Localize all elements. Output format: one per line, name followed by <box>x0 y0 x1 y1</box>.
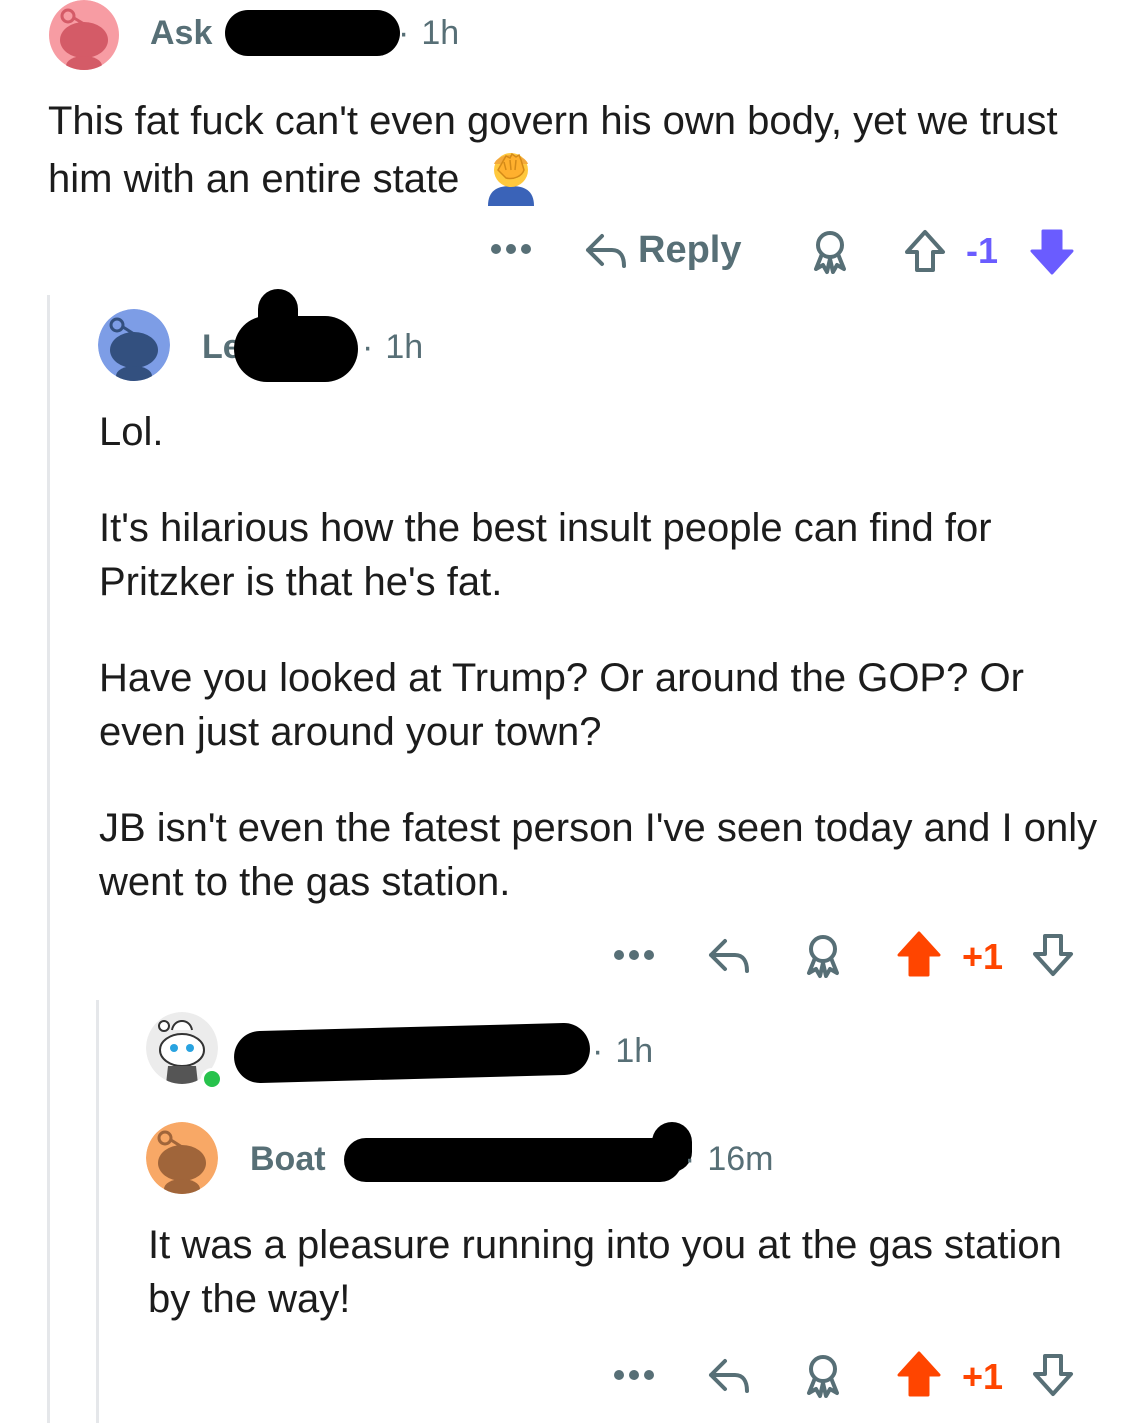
timestamp: · 1h <box>398 14 459 53</box>
more-options-button[interactable] <box>611 1358 657 1392</box>
comment-text: It was a pleasure running into you at th… <box>148 1223 1062 1321</box>
reply-button[interactable] <box>704 932 754 978</box>
award-button[interactable] <box>799 932 847 980</box>
upvote-button[interactable] <box>894 930 944 980</box>
time-text: 1h <box>385 328 424 366</box>
vote-score: +1 <box>962 936 1004 977</box>
more-options-button[interactable] <box>488 232 534 266</box>
upvote-arrow-filled-icon <box>897 931 941 977</box>
thread-line-level-2[interactable] <box>96 1000 99 1423</box>
user-avatar[interactable] <box>146 1122 218 1194</box>
downvote-arrow-icon <box>1033 934 1073 976</box>
dot-separator: · <box>398 14 410 52</box>
comment-text: This fat fuck can't even govern his own … <box>48 99 1058 201</box>
redaction <box>233 1022 591 1084</box>
user-avatar[interactable] <box>98 309 170 381</box>
vote-score: +1 <box>962 1356 1004 1397</box>
time-text: 1h <box>421 14 460 52</box>
redaction <box>258 289 298 345</box>
time-text: 1h <box>615 1032 654 1070</box>
reply-button[interactable]: Reply <box>584 226 741 274</box>
comment-body: This fat fuck can't even govern his own … <box>48 94 1088 220</box>
reply-label: Reply <box>638 228 742 271</box>
award-icon <box>814 231 846 274</box>
upvote-arrow-filled-icon <box>897 1351 941 1397</box>
upvote-button[interactable] <box>900 226 950 276</box>
vote-score: -1 <box>966 230 999 271</box>
downvote-button[interactable] <box>1028 930 1078 980</box>
dot-separator: · <box>592 1032 604 1070</box>
downvote-button[interactable] <box>1026 226 1078 276</box>
comment-paragraph: It's hilarious how the best insult peopl… <box>99 506 992 604</box>
award-icon <box>807 1355 839 1398</box>
time-text: 16m <box>707 1140 774 1178</box>
reply-icon <box>709 1359 749 1393</box>
reply-button[interactable] <box>704 1352 754 1398</box>
downvote-button[interactable] <box>1028 1350 1078 1400</box>
timestamp: · 16m <box>684 1140 773 1179</box>
downvote-arrow-filled-icon <box>1030 229 1074 275</box>
username[interactable]: Ask <box>150 14 212 53</box>
dot-separator: · <box>362 328 374 366</box>
username[interactable]: Boat <box>250 1140 326 1179</box>
comment-paragraph: Have you looked at Trump? Or around the … <box>99 656 1024 754</box>
more-options-button[interactable] <box>611 938 657 972</box>
reply-icon <box>709 939 749 973</box>
award-button[interactable] <box>799 1352 847 1400</box>
comment-paragraph: JB isn't even the fatest person I've see… <box>99 806 1098 904</box>
comment-body: Lol. It's hilarious how the best insult … <box>99 405 1099 909</box>
upvote-arrow-icon <box>905 230 945 272</box>
dot-separator: · <box>684 1140 696 1178</box>
redaction <box>225 10 400 56</box>
upvote-button[interactable] <box>894 1350 944 1400</box>
online-status-indicator <box>201 1068 223 1090</box>
award-button[interactable] <box>806 228 854 276</box>
downvote-arrow-icon <box>1033 1354 1073 1396</box>
facepalm-emoji-icon <box>484 148 538 220</box>
reply-icon <box>586 234 626 268</box>
timestamp: · 1h <box>362 328 423 367</box>
thread-line-level-1[interactable] <box>47 295 50 1423</box>
user-avatar[interactable] <box>48 0 120 70</box>
redaction <box>344 1138 682 1182</box>
comment-paragraph: Lol. <box>99 410 164 454</box>
timestamp: · 1h <box>592 1032 653 1071</box>
comment-body: It was a pleasure running into you at th… <box>148 1218 1088 1326</box>
award-icon <box>807 935 839 978</box>
